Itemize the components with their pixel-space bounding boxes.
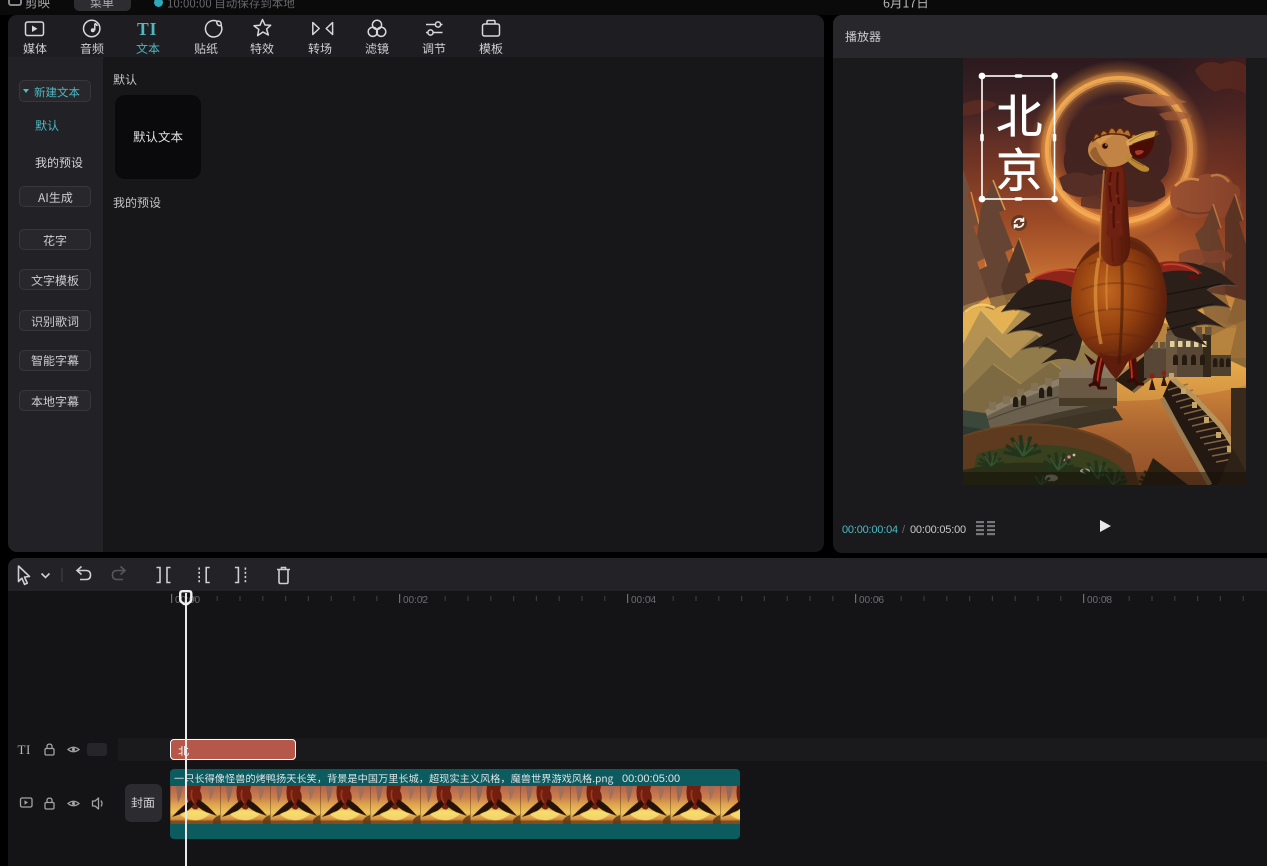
svg-text:00:02: 00:02 <box>403 595 428 606</box>
svg-text:00:04: 00:04 <box>631 595 656 606</box>
svg-text:00:06: 00:06 <box>859 595 884 606</box>
svg-text:00:08: 00:08 <box>1087 595 1112 606</box>
